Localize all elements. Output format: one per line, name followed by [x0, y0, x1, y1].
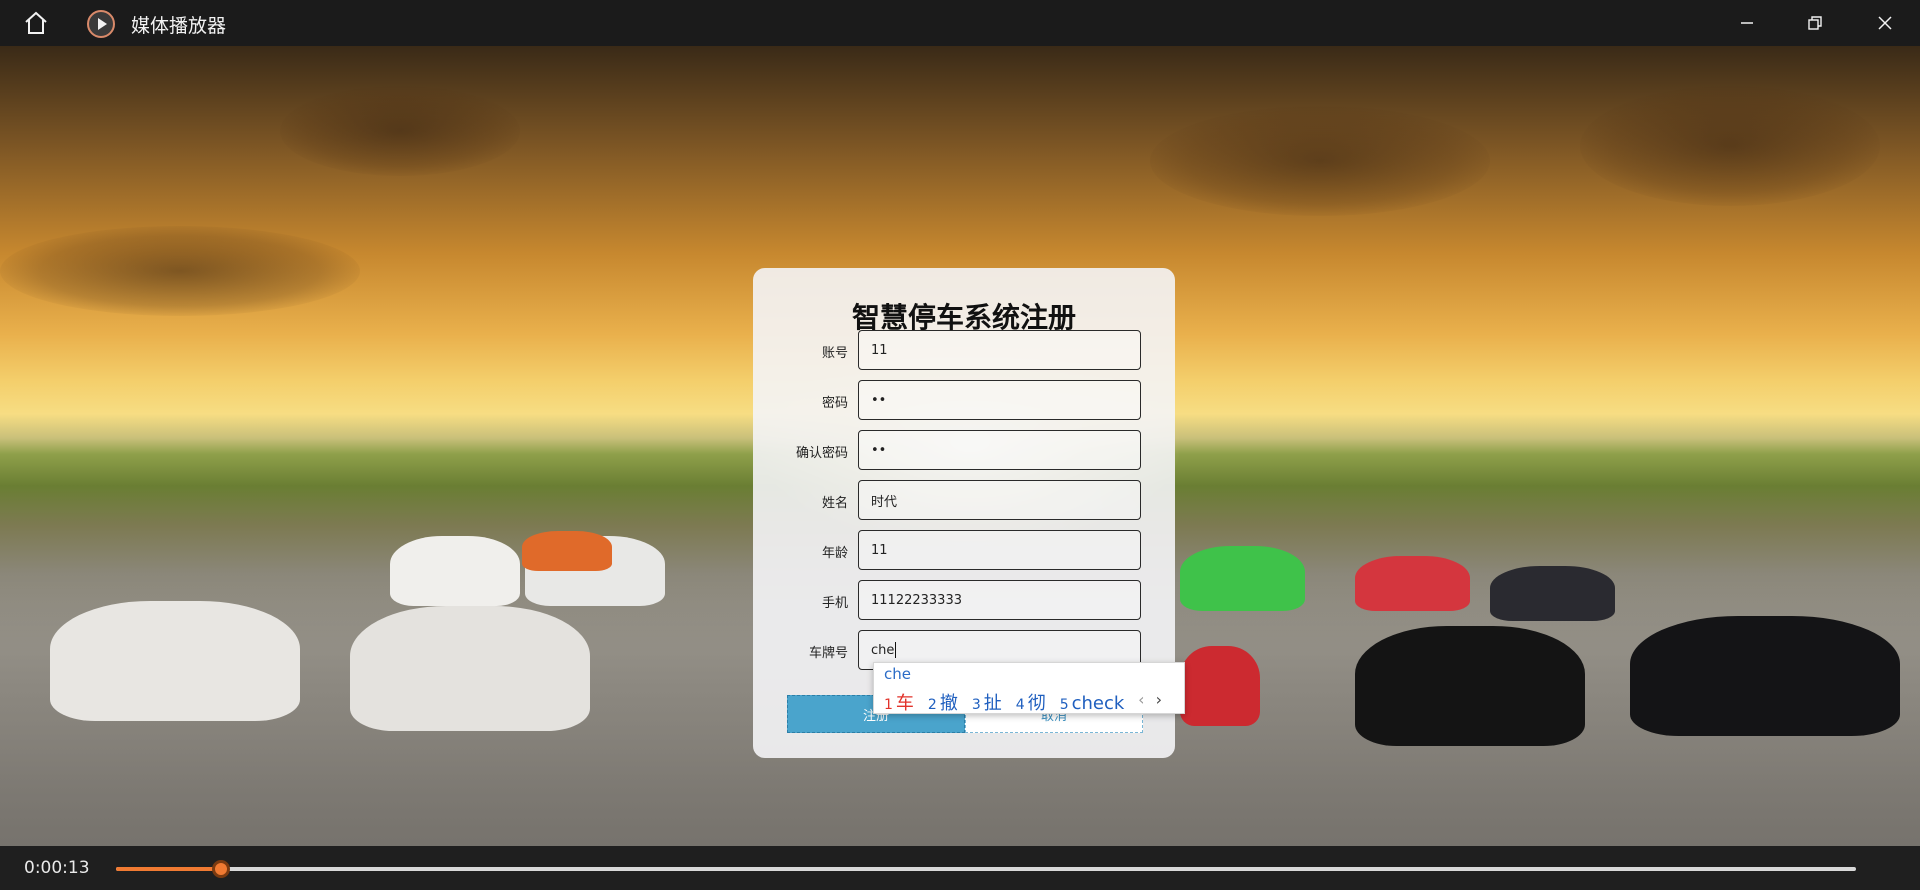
ime-candidate[interactable]: 4彻 — [1016, 689, 1046, 715]
text-caret — [895, 642, 897, 658]
play-circle-icon — [87, 10, 115, 38]
confirm-password-value: •• — [871, 442, 887, 458]
cloud — [280, 86, 520, 176]
candidate-text: 扯 — [983, 693, 1002, 714]
account-input[interactable]: 11 — [858, 330, 1141, 370]
close-icon — [1878, 16, 1892, 30]
password-value: •• — [871, 392, 887, 408]
candidate-text: 车 — [895, 693, 914, 714]
car — [1355, 626, 1585, 746]
close-button[interactable] — [1851, 0, 1919, 46]
ime-candidate-window: che 1车 2撤 3扯 4彻 5 check ‹ › — [873, 662, 1185, 714]
ime-candidate[interactable]: 2撤 — [928, 689, 958, 715]
password-label: 密码 — [821, 396, 848, 411]
seek-bar[interactable] — [116, 867, 1856, 871]
age-input[interactable]: 11 — [858, 530, 1141, 570]
plate-value: che — [871, 642, 895, 658]
plate-label: 车牌号 — [808, 646, 848, 661]
phone-input[interactable]: 11122233333 — [858, 580, 1141, 620]
ime-candidate-list: 1车 2撤 3扯 4彻 5 check — [884, 689, 1138, 715]
confirm-password-label: 确认密码 — [795, 446, 848, 461]
home-icon — [25, 11, 47, 34]
candidate-number: 1 — [884, 697, 893, 713]
playback-bar: 0:00:13 — [0, 846, 1920, 890]
seek-bar-progress — [116, 867, 221, 871]
car — [1630, 616, 1900, 736]
cloud — [1580, 86, 1880, 206]
age-label: 年龄 — [821, 546, 848, 561]
ime-pager: ‹ › — [1132, 690, 1162, 709]
car — [350, 606, 590, 731]
ime-candidate[interactable]: 3扯 — [972, 689, 1002, 715]
phone-value: 11122233333 — [871, 592, 962, 608]
restore-button[interactable] — [1781, 0, 1849, 46]
candidate-number: 3 — [971, 697, 981, 713]
minimize-button[interactable] — [1713, 0, 1781, 46]
app-icon — [86, 9, 116, 39]
ime-next-page-icon[interactable]: › — [1156, 690, 1162, 709]
ime-candidate[interactable]: 5 check — [1060, 693, 1125, 714]
name-value: 时代 — [871, 494, 898, 510]
current-time: 0:00:13 — [24, 858, 90, 878]
name-input[interactable]: 时代 — [858, 480, 1141, 520]
confirm-password-input[interactable]: •• — [858, 430, 1141, 470]
phone-label: 手机 — [821, 596, 848, 611]
title-bar: 媒体播放器 — [0, 0, 1920, 46]
car — [1180, 546, 1305, 611]
ime-candidate[interactable]: 1车 — [884, 689, 914, 715]
restore-icon — [1808, 16, 1822, 30]
car — [390, 536, 520, 606]
cloud — [0, 226, 360, 316]
home-button[interactable] — [16, 6, 56, 40]
name-label: 姓名 — [821, 496, 848, 511]
candidate-text: 撤 — [939, 693, 958, 714]
ime-composition: che — [884, 665, 911, 683]
password-input[interactable]: •• — [858, 380, 1141, 420]
car — [522, 531, 612, 571]
car — [1180, 646, 1260, 726]
candidate-number: 2 — [927, 697, 937, 713]
car — [50, 601, 300, 721]
candidate-number: 4 — [1015, 697, 1025, 713]
candidate-text: check — [1071, 693, 1125, 714]
window-title: 媒体播放器 — [131, 15, 227, 37]
age-value: 11 — [871, 542, 888, 558]
minimize-icon — [1741, 22, 1753, 24]
seek-thumb[interactable] — [212, 860, 230, 878]
car — [1355, 556, 1470, 611]
cloud — [1150, 106, 1490, 216]
candidate-text: 彻 — [1027, 693, 1046, 714]
account-label: 账号 — [821, 346, 848, 361]
car — [1490, 566, 1615, 621]
candidate-number: 5 — [1059, 697, 1069, 713]
ime-prev-page-icon[interactable]: ‹ — [1138, 690, 1144, 709]
account-value: 11 — [871, 342, 888, 358]
